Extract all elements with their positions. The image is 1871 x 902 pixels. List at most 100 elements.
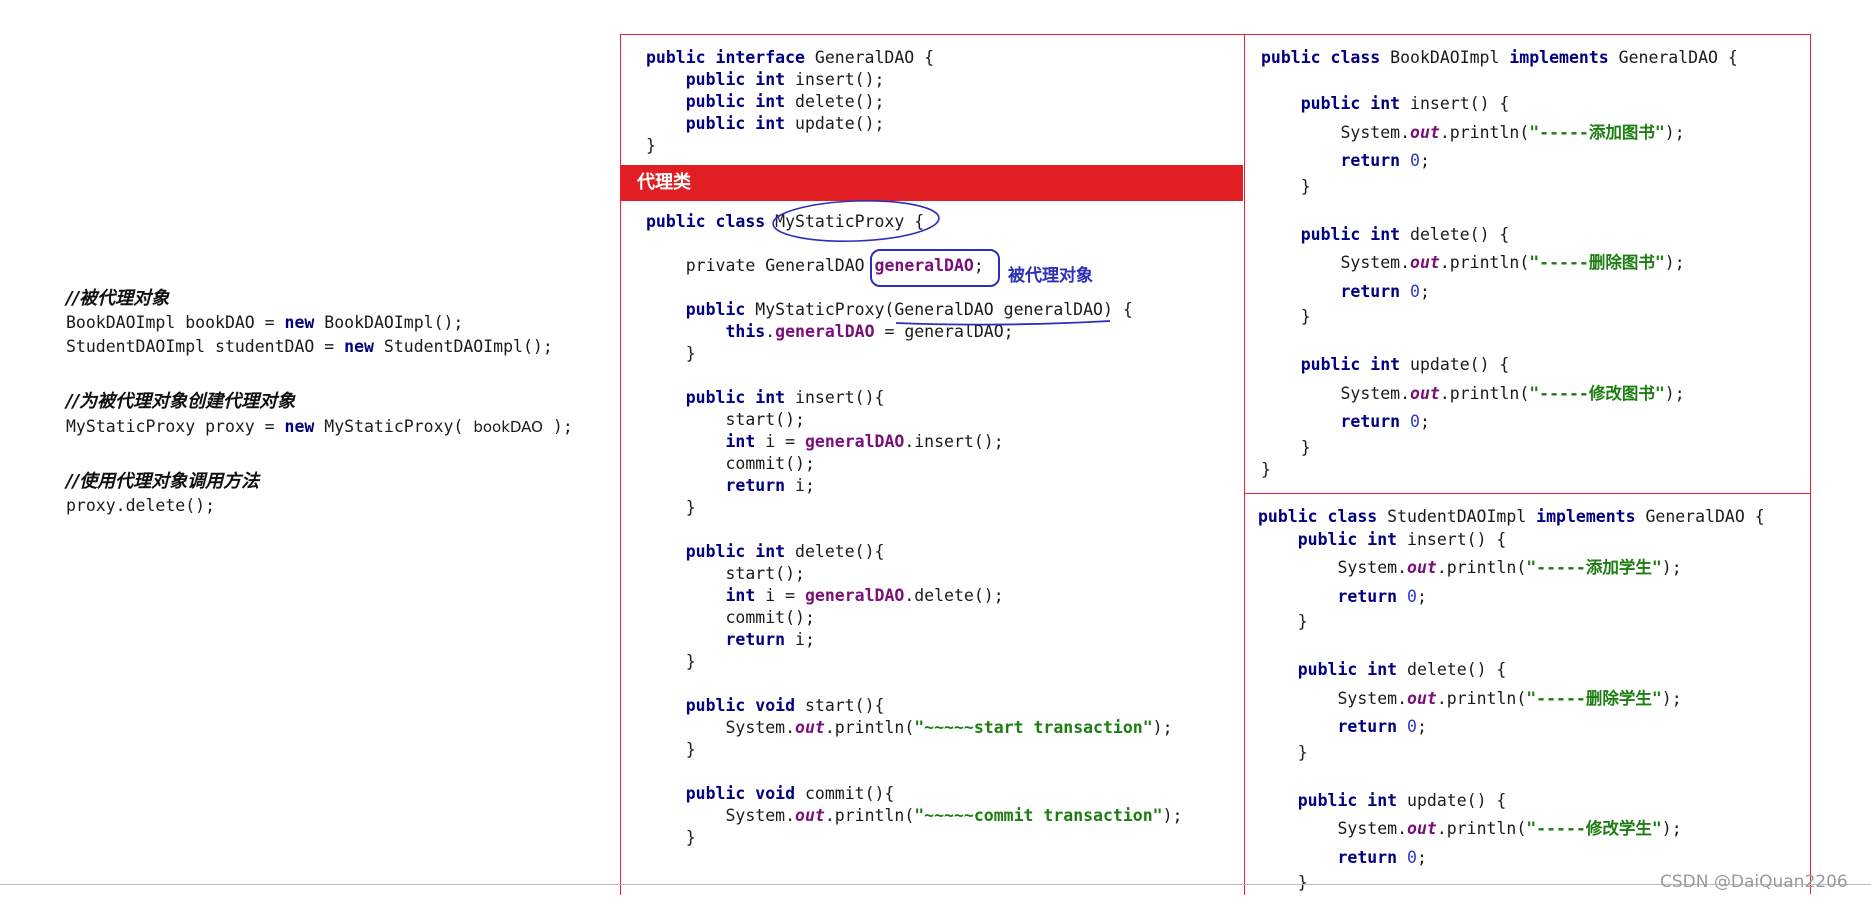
code-text: update() { — [1400, 355, 1510, 374]
code-text: } — [1297, 612, 1308, 631]
csdn-watermark: CSDN @DaiQuan2206 — [1660, 872, 1848, 892]
keyword: return — [1340, 412, 1401, 431]
string-literal: "-----删除学生" — [1526, 688, 1662, 708]
out-field: out — [1407, 819, 1437, 838]
code-text: ; — [1419, 151, 1430, 170]
code-line: public int update() { — [1258, 790, 1765, 813]
string-literal: "-----添加图书" — [1529, 122, 1665, 142]
code-text: } — [1297, 873, 1308, 892]
keyword: return — [1340, 151, 1401, 170]
code-line: System.out.println("-----修改学生"); — [1258, 818, 1765, 841]
code-line: public int insert() { — [1261, 93, 1738, 116]
code-line: public int delete() { — [1258, 659, 1765, 682]
code-text: .println( — [1439, 122, 1530, 142]
keyword: return — [1340, 281, 1401, 301]
code-text: ; — [1416, 717, 1427, 736]
code-line: } — [1261, 460, 1271, 479]
code-line: return 0; — [1258, 586, 1765, 609]
code-line: return 0; — [1261, 150, 1738, 173]
class-name: StudentDAOImpl — [1377, 507, 1537, 526]
code-text: insert() { — [1397, 529, 1507, 549]
code-line: System.out.println("-----删除学生"); — [1258, 688, 1765, 711]
code-text: ; — [1419, 281, 1430, 301]
code-line: public int insert() { — [1258, 529, 1765, 552]
code-line: } — [1258, 742, 1765, 765]
keyword: return — [1337, 717, 1398, 736]
code-text: ); — [1661, 558, 1682, 577]
code-text: } — [1300, 437, 1311, 457]
proxied-object-annotation: 被代理对象 — [1008, 266, 1093, 286]
code-line: } — [1261, 176, 1738, 199]
code-text: System. — [1340, 122, 1411, 142]
out-field: out — [1410, 383, 1440, 403]
keyword: public int — [1300, 94, 1401, 113]
code-line: public int update() { — [1261, 354, 1738, 377]
code-line: System.out.println("-----修改图书"); — [1261, 383, 1738, 406]
string-literal: "-----修改学生" — [1526, 819, 1662, 838]
string-literal: "-----添加学生" — [1526, 558, 1662, 577]
keyword: public int — [1297, 660, 1398, 679]
code-line: public class StudentDAOImpl implements G… — [1258, 506, 1765, 529]
out-field: out — [1410, 122, 1440, 142]
number-literal: 0 — [1410, 151, 1420, 170]
field-highlight-box — [870, 249, 1000, 287]
code-line: System.out.println("-----删除图书"); — [1261, 252, 1738, 275]
param-underline — [895, 320, 1111, 326]
code-text: GeneralDAO { — [1635, 507, 1765, 526]
code-text: System. — [1337, 558, 1408, 577]
string-literal: "-----修改图书" — [1529, 383, 1665, 403]
code-text: .println( — [1439, 253, 1530, 272]
keyword: implements — [1509, 48, 1609, 67]
code-line: } — [1261, 306, 1738, 329]
code-line: return 0; — [1261, 281, 1738, 304]
code-text: ; — [1416, 586, 1427, 606]
code-text: ); — [1661, 688, 1682, 708]
code-text: ); — [1664, 122, 1685, 142]
number-literal: 0 — [1407, 586, 1417, 606]
code-text: System. — [1340, 253, 1411, 272]
number-literal: 0 — [1410, 281, 1420, 301]
code-text: } — [1300, 307, 1311, 326]
student-dao-impl-code: public class StudentDAOImpl implements G… — [1258, 506, 1765, 895]
page-bottom-divider — [0, 884, 1871, 885]
class-name-circle — [772, 200, 940, 242]
code-text: } — [1297, 742, 1308, 762]
number-literal: 0 — [1410, 412, 1420, 431]
keyword: public int — [1300, 224, 1401, 244]
code-line: } — [1258, 611, 1765, 634]
keyword: public int — [1297, 790, 1398, 810]
code-text: update() { — [1397, 790, 1507, 810]
code-line: return 0; — [1261, 411, 1738, 434]
book-dao-impl-code: public class BookDAOImpl implements Gene… — [1261, 47, 1738, 482]
code-line: public int delete() { — [1261, 224, 1738, 247]
out-field: out — [1407, 558, 1437, 577]
code-line: return 0; — [1258, 716, 1765, 739]
keyword: public class — [1261, 48, 1381, 67]
out-field: out — [1407, 688, 1437, 708]
code-text: .println( — [1439, 383, 1530, 403]
number-literal: 0 — [1407, 847, 1417, 867]
code-text: ); — [1661, 819, 1682, 838]
code-text: .println( — [1436, 688, 1527, 708]
code-text: ; — [1419, 412, 1430, 431]
code-text: System. — [1340, 383, 1411, 403]
code-text: insert() { — [1400, 94, 1510, 113]
code-line: System.out.println("-----添加学生"); — [1258, 557, 1765, 580]
code-text: delete() { — [1400, 224, 1510, 244]
keyword: return — [1337, 586, 1398, 606]
code-line: public class BookDAOImpl implements Gene… — [1261, 47, 1738, 70]
keyword: public class — [1258, 507, 1378, 526]
code-text: ; — [1416, 847, 1427, 867]
code-text: .println( — [1436, 558, 1527, 577]
code-text: System. — [1337, 688, 1408, 708]
code-text: .println( — [1436, 819, 1527, 838]
code-text: delete() { — [1397, 660, 1507, 679]
class-name: BookDAOImpl — [1380, 48, 1510, 67]
keyword: public int — [1297, 529, 1398, 549]
code-line: return 0; — [1258, 847, 1765, 870]
code-line: } — [1261, 437, 1738, 460]
number-literal: 0 — [1407, 717, 1417, 736]
keyword: public int — [1300, 355, 1401, 374]
string-literal: "-----删除图书" — [1529, 253, 1665, 272]
code-text: ); — [1664, 253, 1685, 272]
